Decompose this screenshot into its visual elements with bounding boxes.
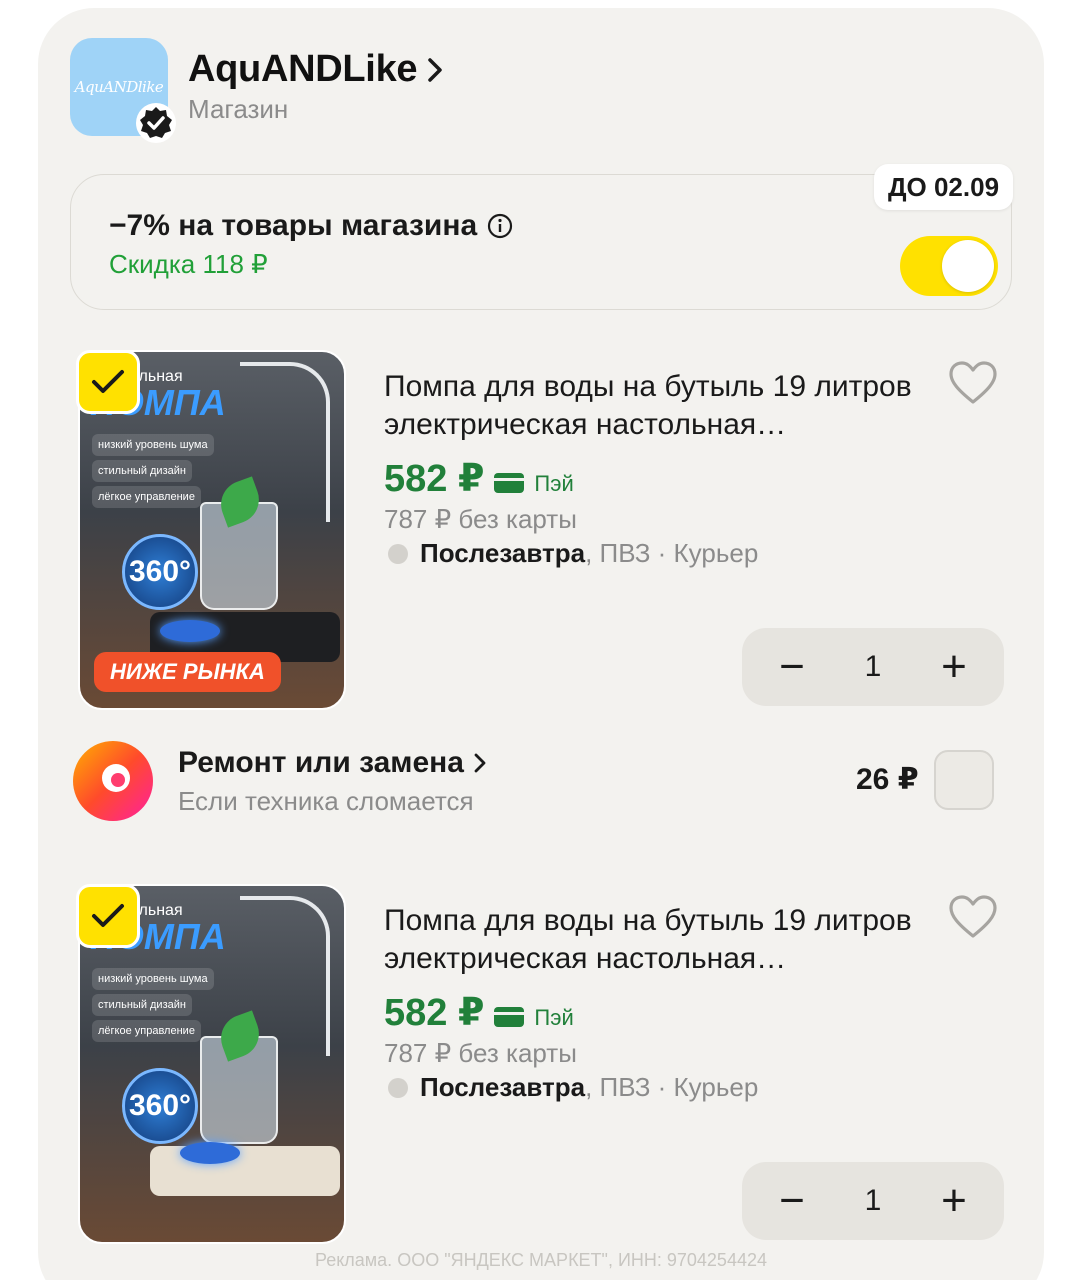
img-chip: лёгкое управление: [92, 486, 201, 508]
repair-subtitle: Если техника сломается: [178, 786, 474, 816]
product-title[interactable]: Помпа для воды на бутыль 19 литров элект…: [384, 368, 944, 444]
img-light: [180, 1142, 240, 1164]
store-promo: −7% на товары магазина Скидка 118 ₽: [70, 174, 1012, 310]
store-name: AquANDLike: [188, 48, 418, 90]
product-price: 582 ₽: [384, 458, 485, 500]
decrease-button[interactable]: −: [774, 1179, 810, 1223]
promo-toggle[interactable]: [900, 236, 998, 296]
repair-title: Ремонт или замена: [178, 746, 464, 779]
img-pump-base: [150, 1142, 340, 1196]
pay-label: Пэй: [534, 471, 574, 496]
delivery-dot-icon: [388, 1077, 408, 1098]
delivery-info: Послезавтра, ПВЗ · Курьер: [388, 538, 758, 569]
delivery-date: Послезавтра: [420, 1072, 586, 1102]
product-title[interactable]: Помпа для воды на бутыль 19 литров элект…: [384, 902, 944, 978]
verified-icon: [136, 103, 176, 143]
delivery-info: Послезавтра, ПВЗ · Курьер: [388, 1072, 758, 1103]
delivery-dot-icon: [388, 543, 408, 564]
heart-icon[interactable]: [948, 360, 998, 406]
delivery-date: Послезавтра: [420, 538, 586, 568]
heart-icon[interactable]: [948, 894, 998, 940]
info-icon[interactable]: [487, 213, 513, 239]
store-logo-text: AquANDlike: [74, 78, 164, 96]
store-name-link[interactable]: AquANDLike: [188, 48, 443, 91]
img-chip: стильный дизайн: [92, 460, 192, 482]
repair-service-link[interactable]: Ремонт или замена: [178, 746, 486, 780]
toggle-knob: [942, 240, 994, 292]
pay-label: Пэй: [534, 1005, 574, 1030]
promo-title: −7% на товары магазина: [109, 209, 478, 242]
store-subtitle: Магазин: [188, 94, 289, 124]
repair-checkbox[interactable]: [934, 750, 994, 810]
price-without-card: 787 ₽ без карты: [384, 504, 577, 534]
promo-discount: Скидка 118 ₽: [109, 249, 268, 279]
price-row: 582 ₽ Пэй: [384, 990, 574, 1035]
decrease-button[interactable]: −: [774, 645, 810, 689]
img-chip: низкий уровень шума: [92, 434, 214, 456]
below-market-badge: НИЖЕ РЫНКА: [94, 652, 281, 692]
ad-disclaimer: Реклама. ООО "ЯНДЕКС МАРКЕТ", ИНН: 97042…: [314, 1250, 767, 1270]
price-row: 582 ₽ Пэй: [384, 456, 574, 501]
delivery-methods: , ПВЗ · Курьер: [585, 538, 759, 568]
repair-service-logo-icon: [73, 741, 153, 821]
img-chip: стильный дизайн: [92, 994, 192, 1016]
product-select-checkbox[interactable]: [76, 884, 140, 948]
img-360-badge: 360°: [122, 1068, 198, 1144]
checkmark-icon: [92, 370, 124, 393]
img-chip: низкий уровень шума: [92, 968, 214, 990]
img-chip: лёгкое управление: [92, 1020, 201, 1042]
quantity-stepper: − 1 +: [742, 628, 1004, 706]
checkmark-icon: [92, 904, 124, 927]
quantity-value: 1: [864, 1184, 882, 1217]
chevron-right-icon: [474, 753, 486, 773]
quantity-value: 1: [864, 650, 882, 683]
promo-title-row: −7% на товары магазина: [109, 209, 513, 243]
img-light: [160, 620, 220, 642]
product-price: 582 ₽: [384, 992, 485, 1034]
img-360-badge: 360°: [122, 534, 198, 610]
increase-button[interactable]: +: [936, 645, 972, 689]
repair-price: 26 ₽: [856, 763, 919, 796]
delivery-methods: , ПВЗ · Курьер: [585, 1072, 759, 1102]
card-icon: [494, 473, 525, 493]
price-without-card: 787 ₽ без карты: [384, 1038, 577, 1068]
quantity-stepper: − 1 +: [742, 1162, 1004, 1240]
chevron-right-icon: [428, 57, 442, 82]
increase-button[interactable]: +: [936, 1179, 972, 1223]
promo-deadline-badge: ДО 02.09: [874, 164, 1014, 210]
card-icon: [494, 1007, 525, 1027]
product-select-checkbox[interactable]: [76, 350, 140, 414]
